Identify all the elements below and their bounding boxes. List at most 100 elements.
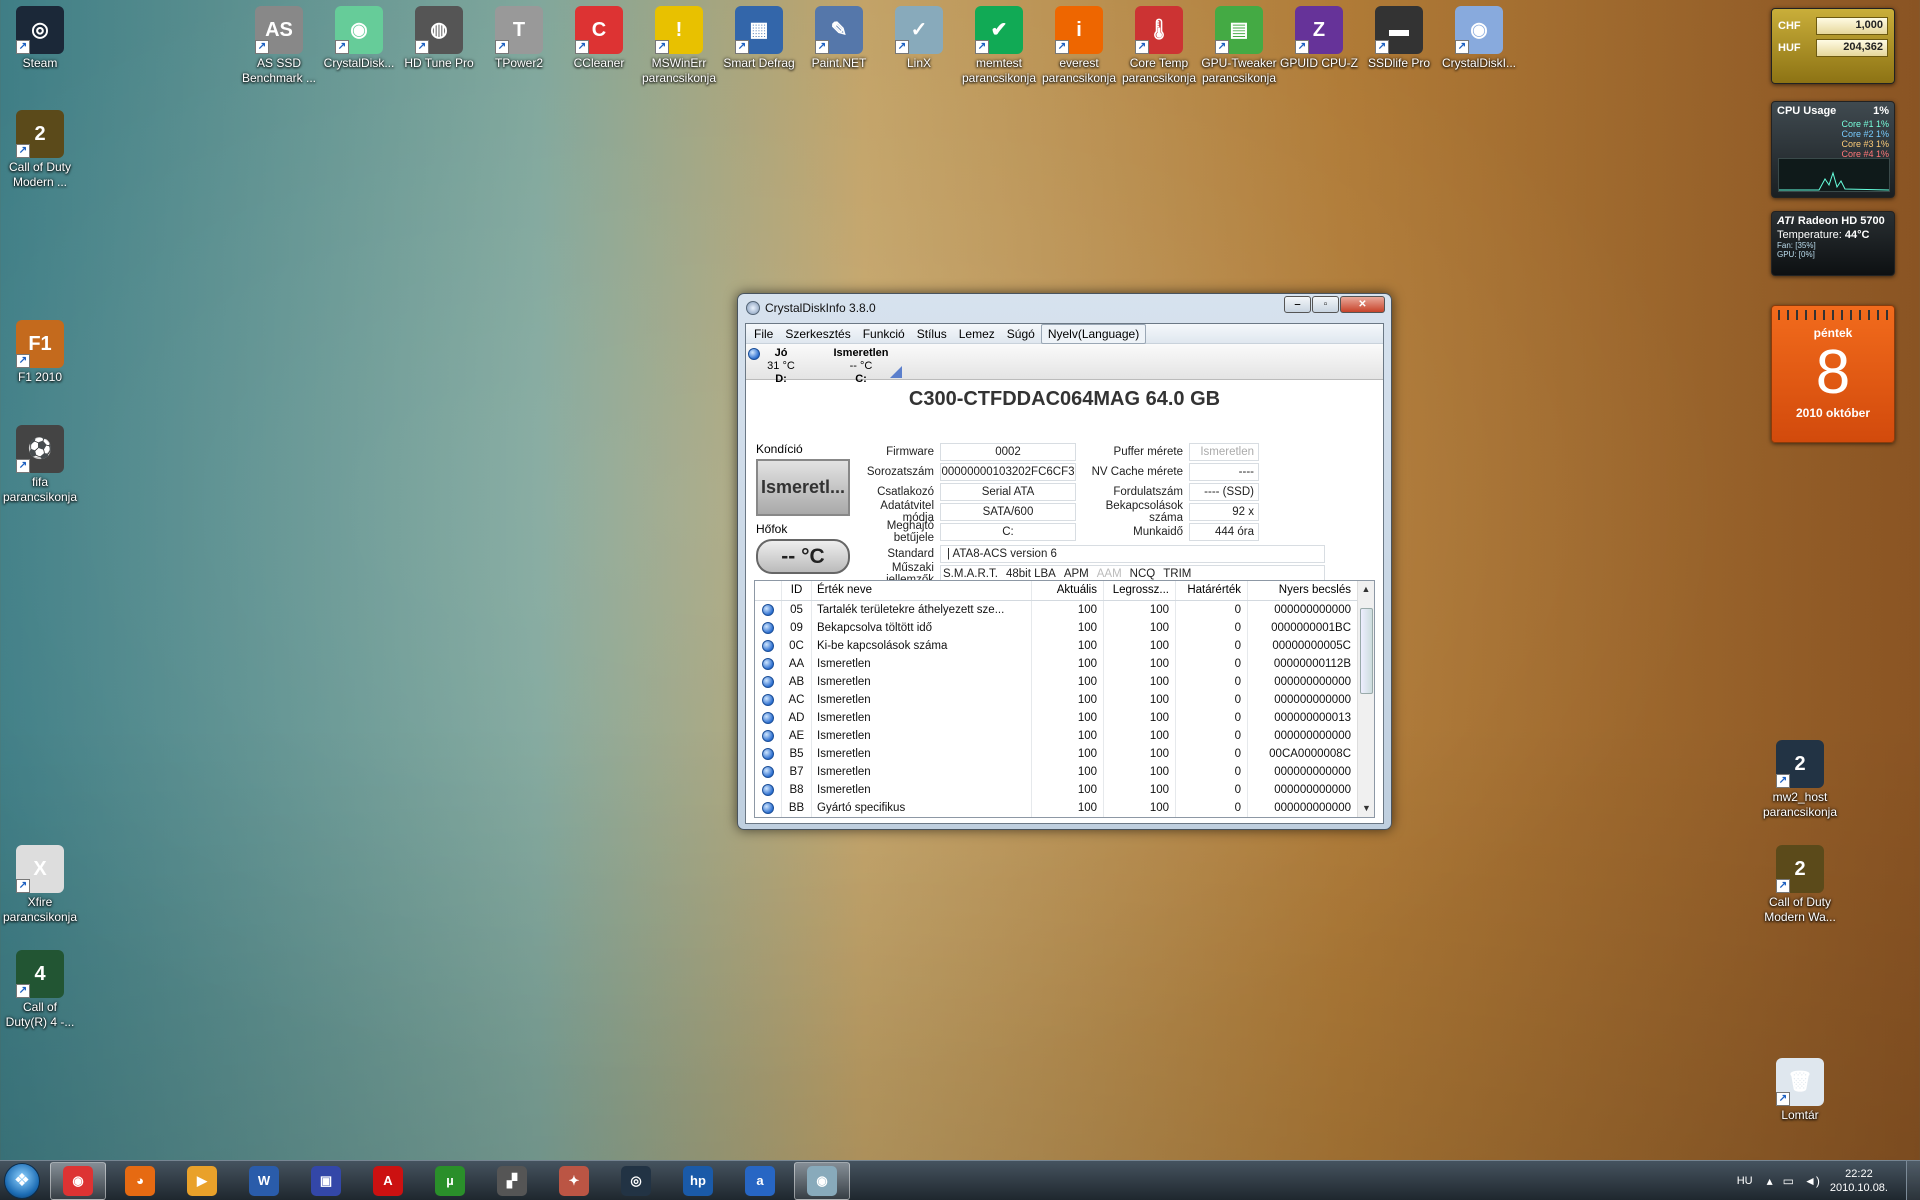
crystaldiskinfo-window[interactable]: CrystalDiskInfo 3.8.0 ‒ ▫ ✕ File Szerkesz…	[737, 293, 1392, 830]
cpu-gadget-total: 1%	[1873, 105, 1889, 117]
table-row[interactable]: B7 Ismeretlen 100 100 0 000000000000	[755, 763, 1374, 781]
column-header[interactable]: Nyers becslés	[1247, 581, 1357, 600]
taskbar-pdf-icon: A	[373, 1165, 403, 1196]
table-row[interactable]: B8 Ismeretlen 100 100 0 000000000000	[755, 781, 1374, 799]
table-row[interactable]: 09 Bekapcsolva töltött idő 100 100 0 00000000…	[755, 619, 1374, 637]
taskbar-save-app[interactable]: ▣	[298, 1162, 354, 1200]
table-row[interactable]: AC Ismeretlen 100 100 0 000000000000	[755, 691, 1374, 709]
desk-icon-lomtar[interactable]: 🗑 ↗ Lomtár	[1760, 1058, 1840, 1123]
smart-table[interactable]: ID Érték neve Aktuális Legrossz... Határérté…	[754, 580, 1375, 818]
desk-icon-cod-mw[interactable]: 2 ↗ Call of Duty Modern ...	[0, 110, 80, 190]
desk-icon-everest[interactable]: i ↗ everest parancsikonja	[1039, 6, 1119, 86]
close-button[interactable]: ✕	[1340, 296, 1385, 313]
desk-icon-paintnet[interactable]: ✎ ↗ Paint.NET	[799, 6, 879, 71]
title-bar[interactable]: CrystalDiskInfo 3.8.0 ‒ ▫ ✕	[738, 294, 1391, 322]
column-header[interactable]: Legrossz...	[1103, 581, 1175, 600]
gpu-gadget[interactable]: ATI Radeon HD 5700 Temperature: 44°C Fan:…	[1771, 211, 1895, 276]
cpu-usage-gadget[interactable]: CPU Usage 1% Core #1 1% Core #2 1% Core #…	[1771, 101, 1895, 198]
desk-icon-fifa[interactable]: ⚽ ↗ fifa parancsikonja	[0, 425, 80, 505]
menu-sg[interactable]: Súgó	[1001, 325, 1041, 343]
desk-icon-crystaldisk2[interactable]: ◉ ↗ CrystalDiskI...	[1439, 6, 1519, 71]
clock[interactable]: 22:22 2010.10.08.	[1830, 1167, 1888, 1195]
taskbar-crystaldiskinfo[interactable]: ◉	[794, 1161, 850, 1200]
column-header[interactable]: Határérték	[1175, 581, 1247, 600]
column-header[interactable]: Érték neve	[811, 581, 1031, 600]
show-desktop-button[interactable]	[1906, 1161, 1920, 1200]
taskbar-games[interactable]: ✦	[546, 1162, 602, 1200]
menu-lemez[interactable]: Lemez	[953, 325, 1001, 343]
maximize-button[interactable]: ▫	[1312, 296, 1339, 313]
temperature-button[interactable]: -- °C	[756, 539, 850, 574]
scroll-up-icon[interactable]: ▲	[1358, 581, 1374, 598]
table-row[interactable]: BB Gyártó specifikus 100 100 0 000000000000	[755, 799, 1374, 817]
health-dot-icon	[762, 621, 774, 634]
network-icon[interactable]: ▭	[1783, 1174, 1794, 1188]
desk-icon-mw2-host[interactable]: 2 ↗ mw2_host parancsikonja	[1760, 740, 1840, 820]
desk-icon-cpuz[interactable]: Z ↗ GPUID CPU-Z	[1279, 6, 1359, 71]
table-row[interactable]: 0C Ki-be kapcsolások száma 100 100 0 00000000…	[755, 637, 1374, 655]
menu-file[interactable]: File	[748, 325, 779, 343]
minimize-button[interactable]: ‒	[1284, 296, 1311, 313]
scroll-down-icon[interactable]: ▼	[1358, 800, 1374, 817]
desk-icon-gpu-tweaker[interactable]: ▤ ↗ GPU-Tweaker parancsikonja	[1199, 6, 1279, 86]
drive-tab-c[interactable]: Ismeretlen -- °C C:	[824, 347, 898, 386]
table-row[interactable]: AD Ismeretlen 100 100 0 000000000013	[755, 709, 1374, 727]
desk-icon-linx[interactable]: ✓ ↗ LinX	[879, 6, 959, 71]
column-header[interactable]: Aktuális	[1031, 581, 1103, 600]
desk-icon-cod-mw-right[interactable]: 2 ↗ Call of Duty Modern Wa...	[1760, 845, 1840, 925]
info-label: Bekapcsolások száma	[1105, 500, 1183, 524]
desk-icon-msmerr[interactable]: ! ↗ MSWinErr parancsikonja	[639, 6, 719, 86]
taskbar-video-app[interactable]: ▞	[484, 1162, 540, 1200]
table-cell: BB	[781, 799, 811, 817]
desk-icon-hd-tune[interactable]: ◍ ↗ HD Tune Pro	[399, 6, 479, 71]
table-row[interactable]: 05 Tartalék területekre áthelyezett sze..…	[755, 601, 1374, 619]
menu-szerkeszts[interactable]: Szerkesztés	[779, 325, 856, 343]
desk-icon-xfire[interactable]: X ↗ Xfire parancsikonja	[0, 845, 80, 925]
cpuz-icon: Z ↗	[1295, 6, 1343, 54]
desk-icon-tpower2[interactable]: T ↗ TPower2	[479, 6, 559, 71]
desk-icon-ccleaner[interactable]: C ↗ CCleaner	[559, 6, 639, 71]
table-row[interactable]: AB Ismeretlen 100 100 0 000000000000	[755, 673, 1374, 691]
taskbar-avast[interactable]: a	[732, 1162, 788, 1200]
desk-icon-steam[interactable]: ◎ ↗ Steam	[0, 6, 80, 71]
currency-gadget[interactable]: CHF 1,000 HUF 204,362	[1771, 8, 1895, 84]
tray-expand-icon[interactable]: ▴	[1767, 1174, 1773, 1188]
desk-icon-as-ssd[interactable]: AS ↗ AS SSD Benchmark ...	[239, 6, 319, 86]
menu-funkci[interactable]: Funkció	[857, 325, 911, 343]
desk-icon-ssdlife[interactable]: ▬ ↗ SSDlife Pro	[1359, 6, 1439, 71]
table-row[interactable]: B5 Ismeretlen 100 100 0 00CA0000008C	[755, 745, 1374, 763]
taskbar-pdf[interactable]: A	[360, 1162, 416, 1200]
desk-icon-smart-defrag[interactable]: ▦ ↗ Smart Defrag	[719, 6, 799, 71]
column-header[interactable]: ID	[781, 581, 811, 600]
taskbar-utorrent[interactable]: µ	[422, 1162, 478, 1200]
table-row[interactable]: AE Ismeretlen 100 100 0 000000000000	[755, 727, 1374, 745]
table-row[interactable]: AA Ismeretlen 100 100 0 00000000112B	[755, 655, 1374, 673]
menu-nyelvlanguage[interactable]: Nyelv(Language)	[1040, 323, 1147, 344]
currency-1-value[interactable]: 1,000	[1816, 17, 1888, 35]
desk-icon-cod4[interactable]: 4 ↗ Call of Duty(R) 4 -...	[0, 950, 80, 1030]
table-scrollbar[interactable]: ▲ ▼	[1357, 581, 1374, 817]
taskbar-eye-app[interactable]: ◎	[608, 1162, 664, 1200]
taskbar-word[interactable]: W	[236, 1162, 292, 1200]
scroll-thumb[interactable]	[1360, 608, 1373, 694]
row-status-cell	[755, 729, 781, 742]
desk-icon-crystaldisk[interactable]: ◉ ↗ CrystalDisk...	[319, 6, 399, 71]
calendar-gadget[interactable]: péntek 8 2010 október	[1771, 305, 1895, 443]
taskbar-media-player[interactable]: ▶	[174, 1162, 230, 1200]
taskbar-chrome[interactable]: ◉	[50, 1161, 106, 1200]
health-status-button[interactable]: Ismeretl...	[756, 459, 850, 516]
desk-icon-smart-defrag-label: Smart Defrag	[723, 56, 795, 70]
taskbar-chrome-icon: ◉	[63, 1165, 93, 1196]
desk-icon-memtest[interactable]: ✔ ↗ memtest parancsikonja	[959, 6, 1039, 86]
language-indicator[interactable]: HU	[1737, 1175, 1753, 1187]
start-button[interactable]: ❖	[0, 1161, 44, 1200]
taskbar-hp[interactable]: hp	[670, 1162, 726, 1200]
currency-2-value[interactable]: 204,362	[1816, 39, 1888, 57]
volume-icon[interactable]: ◄)	[1804, 1174, 1820, 1188]
drive-tab-d[interactable]: Jó 31 °C D:	[760, 347, 802, 386]
taskbar-firefox[interactable]: ◕	[112, 1162, 168, 1200]
desk-icon-f1-2010[interactable]: F1 ↗ F1 2010	[0, 320, 80, 385]
app-icon[interactable]	[746, 301, 760, 315]
desk-icon-coretemp[interactable]: 🌡 ↗ Core Temp parancsikonja	[1119, 6, 1199, 86]
menu-stlus[interactable]: Stílus	[911, 325, 953, 343]
